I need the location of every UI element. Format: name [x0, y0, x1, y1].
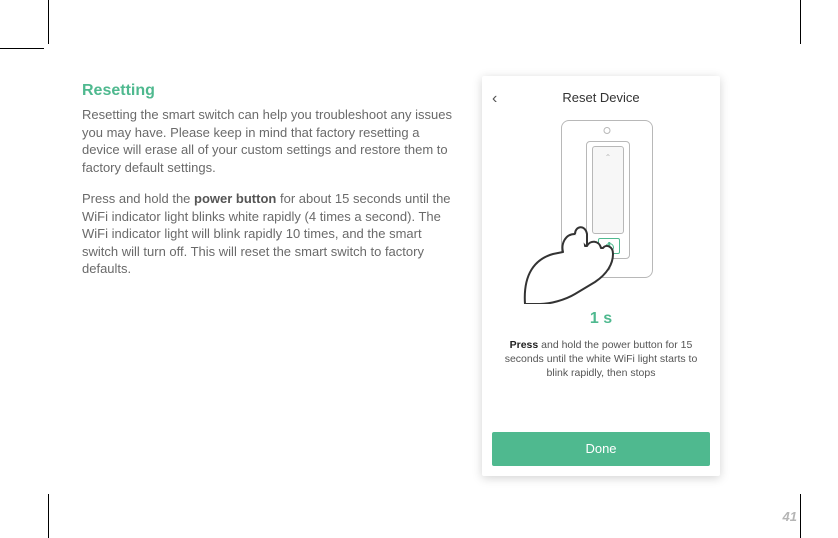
manual-page: Resetting Resetting the smart switch can…	[82, 82, 782, 502]
crop-mark	[48, 0, 49, 44]
wifi-icon: ⌃	[605, 153, 612, 162]
text-run: Press and hold the	[82, 191, 194, 206]
back-icon[interactable]: ‹	[492, 90, 497, 108]
done-button[interactable]: Done	[492, 432, 710, 466]
crop-mark	[48, 494, 49, 538]
hand-icon	[515, 204, 635, 304]
instruction-lead: Press	[510, 339, 539, 351]
instruction-text: Press and hold the power button for 15 s…	[501, 338, 701, 381]
bold-term: power button	[194, 191, 276, 206]
screen-title: Reset Device	[562, 90, 639, 105]
text-column: Resetting Resetting the smart switch can…	[82, 82, 452, 292]
crop-mark	[800, 494, 801, 538]
page-number: 41	[783, 509, 797, 524]
device-illustration: ⌃	[521, 120, 681, 300]
paragraph-steps: Press and hold the power button for abou…	[82, 190, 452, 278]
timer-readout: 1 s	[482, 310, 720, 328]
paragraph-intro: Resetting the smart switch can help you …	[82, 106, 452, 176]
section-heading: Resetting	[82, 82, 452, 100]
crop-mark	[0, 48, 44, 49]
app-screenshot: ‹ Reset Device ⌃	[482, 76, 720, 476]
crop-mark	[800, 0, 801, 44]
app-titlebar: ‹ Reset Device	[482, 76, 720, 120]
plate-screw	[604, 127, 611, 134]
